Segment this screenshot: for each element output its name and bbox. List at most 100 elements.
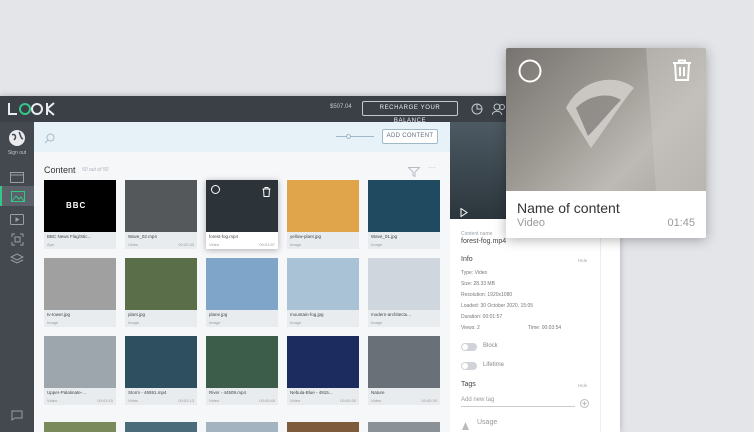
card-thumbnail bbox=[125, 336, 197, 388]
add-tag-icon[interactable] bbox=[580, 395, 589, 413]
card-type: Image bbox=[128, 320, 140, 325]
card-duration: 00:00:30 bbox=[340, 398, 356, 403]
card-name: Nebula-Blue - 4915... bbox=[290, 390, 333, 395]
card-thumbnail bbox=[287, 336, 359, 388]
card-partial[interactable] bbox=[125, 422, 197, 432]
sidebar: Sign out bbox=[0, 122, 34, 432]
block-label: Block bbox=[483, 343, 498, 349]
content-card[interactable]: Wave_02.mp4 Video 00:02:30 bbox=[125, 180, 197, 249]
card-type: Image bbox=[47, 320, 59, 325]
card-name: Storm - 46591.mp4 bbox=[128, 390, 167, 395]
card-name: Wave_02.mp4 bbox=[128, 234, 157, 239]
card-name: BBC News Flag/Stic... bbox=[47, 234, 92, 239]
play-icon[interactable] bbox=[460, 204, 468, 222]
recharge-button[interactable]: RECHARGE YOUR BALANCE bbox=[362, 101, 458, 124]
info-time: Time: 00:03:54 bbox=[528, 325, 562, 331]
chart-pie-icon[interactable] bbox=[471, 102, 483, 120]
image-icon[interactable] bbox=[0, 186, 34, 206]
card-type: Video bbox=[128, 398, 139, 403]
content-card[interactable]: Nature Video 00:00:30 bbox=[368, 336, 440, 405]
card-partial[interactable] bbox=[368, 422, 440, 432]
card-thumbnail bbox=[206, 180, 278, 232]
card-thumbnail bbox=[287, 258, 359, 310]
trash-icon[interactable] bbox=[672, 59, 692, 86]
card-name: Wave_01.jpg bbox=[371, 234, 398, 239]
look-logo[interactable] bbox=[7, 101, 59, 117]
content-card[interactable]: Storm - 46591.mp4 Video 00:02:13 bbox=[125, 336, 197, 405]
card-partial[interactable] bbox=[287, 422, 359, 432]
content-card[interactable]: mountain-fog.jpg Image bbox=[287, 258, 359, 327]
card-thumbnail bbox=[368, 336, 440, 388]
card-type: Image bbox=[371, 242, 383, 247]
card-thumbnail bbox=[125, 258, 197, 310]
card-name: plant.jpg bbox=[128, 312, 146, 317]
users-icon[interactable] bbox=[491, 102, 506, 120]
scan-icon[interactable] bbox=[8, 232, 26, 246]
info-size: Size: 28.33 MB bbox=[461, 281, 495, 287]
card-name: Upper-Palatinate-... bbox=[47, 390, 87, 395]
content-card[interactable]: forest-fog.mp4 Video 00:01:57 bbox=[206, 180, 278, 249]
content-card[interactable]: Nebula-Blue - 4915... Video 00:00:30 bbox=[287, 336, 359, 405]
zoom-slider-handle[interactable] bbox=[346, 134, 351, 139]
card-name: yellow-plant.jpg bbox=[290, 234, 322, 239]
card-name: tv-tower.jpg bbox=[47, 312, 71, 317]
info-duration: Duration: 00:01:57 bbox=[461, 314, 503, 320]
video-icon[interactable] bbox=[8, 212, 26, 226]
balance-amount: $507.04 bbox=[330, 104, 352, 110]
content-card[interactable]: modern-architectu... Image bbox=[368, 258, 440, 327]
tags-heading: Tags bbox=[461, 381, 476, 388]
card-thumbnail bbox=[125, 180, 197, 232]
card-type: Video bbox=[371, 398, 382, 403]
tag-input-underline bbox=[461, 406, 575, 407]
content-card[interactable]: plant.jpg Image bbox=[125, 258, 197, 327]
card-type: Image bbox=[290, 320, 302, 325]
trash-icon[interactable] bbox=[262, 184, 271, 202]
folder-icon[interactable] bbox=[8, 170, 26, 184]
card-name: plane.jpg bbox=[209, 312, 228, 317]
content-name-value: forest-fog.mp4 bbox=[461, 238, 507, 245]
card-duration: 00:02:30 bbox=[178, 242, 194, 247]
card-type: Video bbox=[209, 398, 220, 403]
info-hide-link[interactable]: Hide bbox=[578, 258, 587, 263]
content-name-label: Content name bbox=[461, 231, 493, 237]
info-resolution: Resolution: 1920x1080 bbox=[461, 292, 513, 298]
card-type: Image bbox=[209, 320, 221, 325]
card-partial[interactable] bbox=[44, 422, 116, 432]
layers-icon[interactable] bbox=[8, 252, 26, 266]
block-toggle[interactable] bbox=[461, 343, 477, 351]
card-thumbnail bbox=[44, 258, 116, 310]
add-content-button[interactable]: ADD CONTENT bbox=[382, 129, 438, 144]
globe-icon[interactable] bbox=[7, 128, 27, 148]
search-icon[interactable] bbox=[44, 131, 55, 149]
content-count: 50 out of 50 bbox=[82, 167, 109, 173]
bbc-logo: BBC bbox=[66, 201, 87, 210]
popup-title: Name of content bbox=[517, 200, 620, 216]
more-icon[interactable]: ··· bbox=[428, 163, 436, 172]
content-card[interactable]: River - 44509.mp4 Video 00:00:45 bbox=[206, 336, 278, 405]
usage-icon bbox=[461, 418, 470, 432]
zoom-slider[interactable] bbox=[336, 134, 374, 139]
content-card[interactable]: BBC BBC News Flag/Stic... Ape bbox=[44, 180, 116, 249]
card-thumbnail bbox=[368, 258, 440, 310]
content-card[interactable]: tv-tower.jpg Image bbox=[44, 258, 116, 327]
content-heading: Content bbox=[44, 165, 76, 175]
tags-hide-link[interactable]: Hide bbox=[578, 383, 587, 388]
select-circle-icon[interactable] bbox=[211, 185, 220, 194]
card-thumbnail bbox=[206, 336, 278, 388]
content-card[interactable]: plane.jpg Image bbox=[206, 258, 278, 327]
content-card[interactable]: Upper-Palatinate-... Video 00:03:10 bbox=[44, 336, 116, 405]
select-circle-icon[interactable] bbox=[518, 59, 542, 88]
card-name: modern-architectu... bbox=[371, 312, 412, 317]
add-tag-input[interactable]: Add new tag bbox=[461, 397, 494, 403]
card-name: River - 44509.mp4 bbox=[209, 390, 247, 395]
popup-duration: 01:45 bbox=[667, 217, 695, 229]
card-type: Image bbox=[371, 320, 383, 325]
content-card[interactable]: yellow-plant.jpg Image bbox=[287, 180, 359, 249]
lifetime-toggle[interactable] bbox=[461, 362, 477, 370]
content-card[interactable]: Wave_01.jpg Image bbox=[368, 180, 440, 249]
sign-out-link[interactable]: Sign out bbox=[0, 150, 34, 156]
card-duration: 00:00:30 bbox=[421, 398, 437, 403]
chat-icon[interactable] bbox=[8, 408, 26, 422]
card-partial[interactable] bbox=[206, 422, 278, 432]
content-preview-popup[interactable]: Name of content Video 01:45 bbox=[506, 48, 706, 238]
